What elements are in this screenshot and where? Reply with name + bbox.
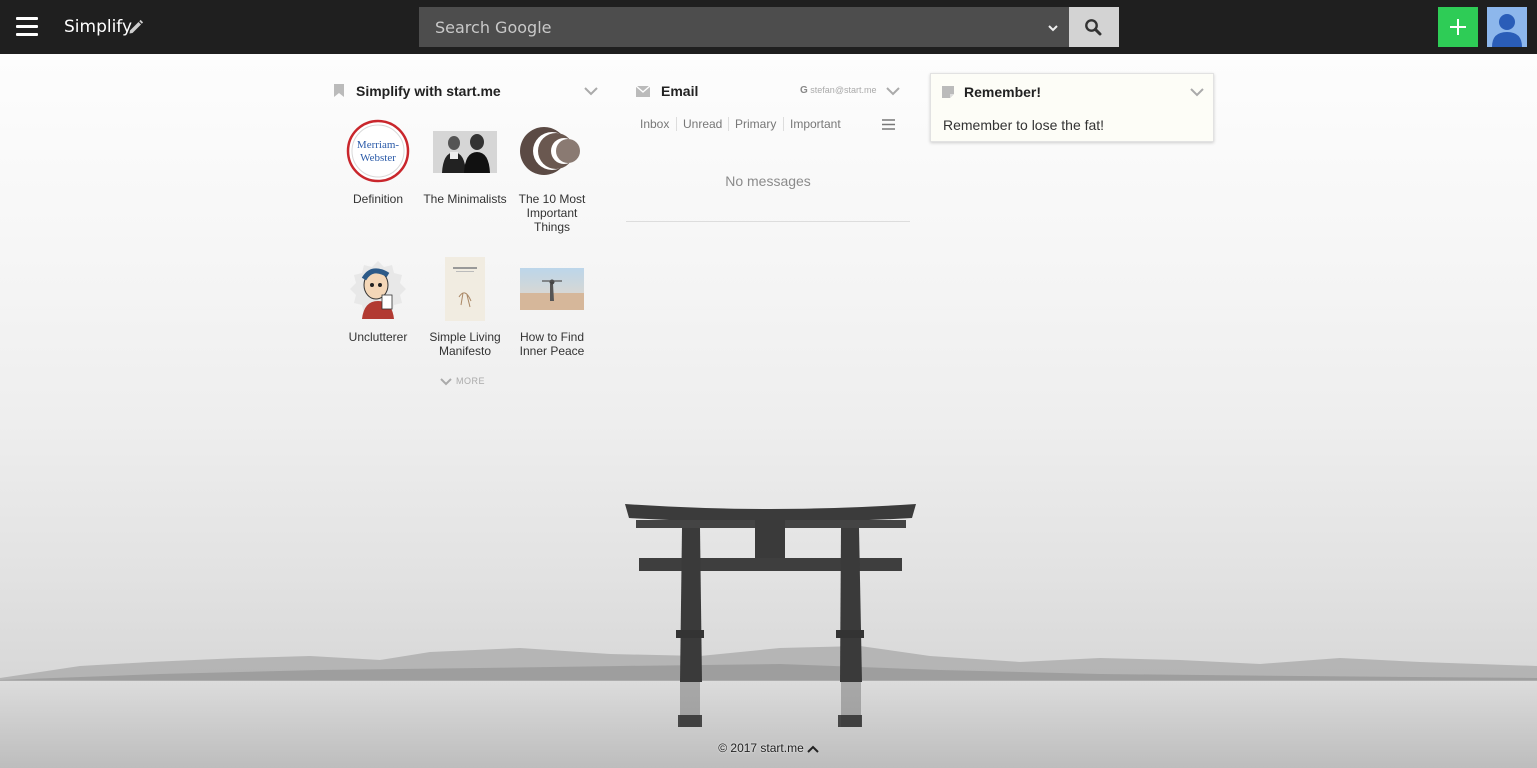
bookmark-unclutterer[interactable]: Unclutterer — [334, 257, 422, 344]
bookmark-the-minimalists[interactable]: The Minimalists — [421, 119, 509, 206]
plus-icon — [1450, 19, 1466, 35]
search-bar — [419, 7, 1119, 47]
hamburger-menu-icon[interactable] — [16, 17, 38, 36]
search-button[interactable] — [1069, 7, 1119, 47]
google-mark: G — [800, 85, 808, 96]
bookmark-label: Definition — [352, 192, 404, 206]
widget-title: Remember! — [964, 84, 1042, 100]
empty-inbox-message: No messages — [725, 173, 811, 189]
unclutterer-mascot-icon — [346, 257, 410, 321]
copyright-link[interactable]: © 2017 start.me — [718, 741, 804, 755]
footer: © 2017 start.me — [0, 741, 1537, 755]
chevron-down-icon[interactable] — [886, 86, 900, 96]
user-avatar-icon[interactable] — [1487, 7, 1527, 47]
email-widget: Email G stefan@start.me Inbox Unread Pri… — [626, 73, 910, 222]
beach-photo-thumbnail — [520, 257, 584, 321]
note-widget: Remember! Remember to lose the fat! — [930, 73, 1214, 142]
bookmark-definition[interactable]: Merriam- Webster Definition — [334, 119, 422, 206]
bookmark-label: The Minimalists — [423, 192, 507, 206]
chevron-down-icon — [440, 377, 452, 386]
bookmark-10-most-important-things[interactable]: The 10 Most Important Things — [508, 119, 596, 234]
note-icon — [942, 86, 954, 98]
bookmark-how-to-find-inner-peace[interactable]: How to Find Inner Peace — [508, 257, 596, 358]
minimalists-photo-thumbnail — [433, 119, 497, 183]
bookmark-label: Simple Living Manifesto — [429, 330, 501, 358]
bookmark-label: How to Find Inner Peace — [519, 330, 585, 358]
merriam-webster-logo-icon: Merriam- Webster — [346, 119, 410, 183]
tab-unread[interactable]: Unread — [676, 117, 728, 131]
bookmark-label: Unclutterer — [348, 330, 408, 344]
add-button[interactable] — [1438, 7, 1478, 47]
more-link[interactable]: MORE — [440, 376, 485, 386]
background-torii-gate-image — [0, 504, 1537, 768]
page-title[interactable]: Simplify — [64, 17, 132, 37]
note-text[interactable]: Remember to lose the fat! — [943, 117, 1104, 133]
chevron-up-icon[interactable] — [807, 745, 819, 753]
svg-text:Webster: Webster — [360, 152, 396, 164]
bookmark-label: The 10 Most Important Things — [518, 192, 586, 234]
email-account: G stefan@start.me — [800, 85, 876, 96]
chevron-down-icon[interactable] — [1047, 21, 1059, 33]
widget-title: Simplify with start.me — [356, 83, 501, 99]
bookmarks-widget: Simplify with start.me Merriam- Webster … — [330, 73, 602, 403]
widget-header: Remember! — [931, 74, 1213, 110]
tab-important[interactable]: Important — [783, 117, 847, 131]
chevron-down-icon[interactable] — [1190, 87, 1204, 97]
envelope-icon — [636, 86, 650, 97]
svg-text:Merriam-: Merriam- — [357, 139, 399, 151]
list-menu-icon[interactable] — [882, 119, 895, 130]
more-label: MORE — [456, 376, 485, 386]
search-input[interactable] — [419, 7, 1069, 47]
widget-title: Email — [661, 83, 699, 99]
chevron-down-icon[interactable] — [584, 86, 598, 96]
widget-header: Email G stefan@start.me — [626, 73, 910, 109]
book-cover-thumbnail — [433, 257, 497, 321]
top-bar: Simplify — [0, 0, 1537, 54]
widget-header: Simplify with start.me — [330, 73, 602, 109]
ten-things-logo-icon — [520, 119, 584, 183]
pencil-icon[interactable] — [128, 19, 144, 35]
tab-inbox[interactable]: Inbox — [634, 117, 675, 131]
magnifier-icon — [1085, 19, 1102, 36]
tab-primary[interactable]: Primary — [728, 117, 782, 131]
bookmark-simple-living-manifesto[interactable]: Simple Living Manifesto — [421, 257, 509, 358]
bookmark-icon — [334, 84, 344, 97]
account-address: stefan@start.me — [810, 85, 877, 95]
